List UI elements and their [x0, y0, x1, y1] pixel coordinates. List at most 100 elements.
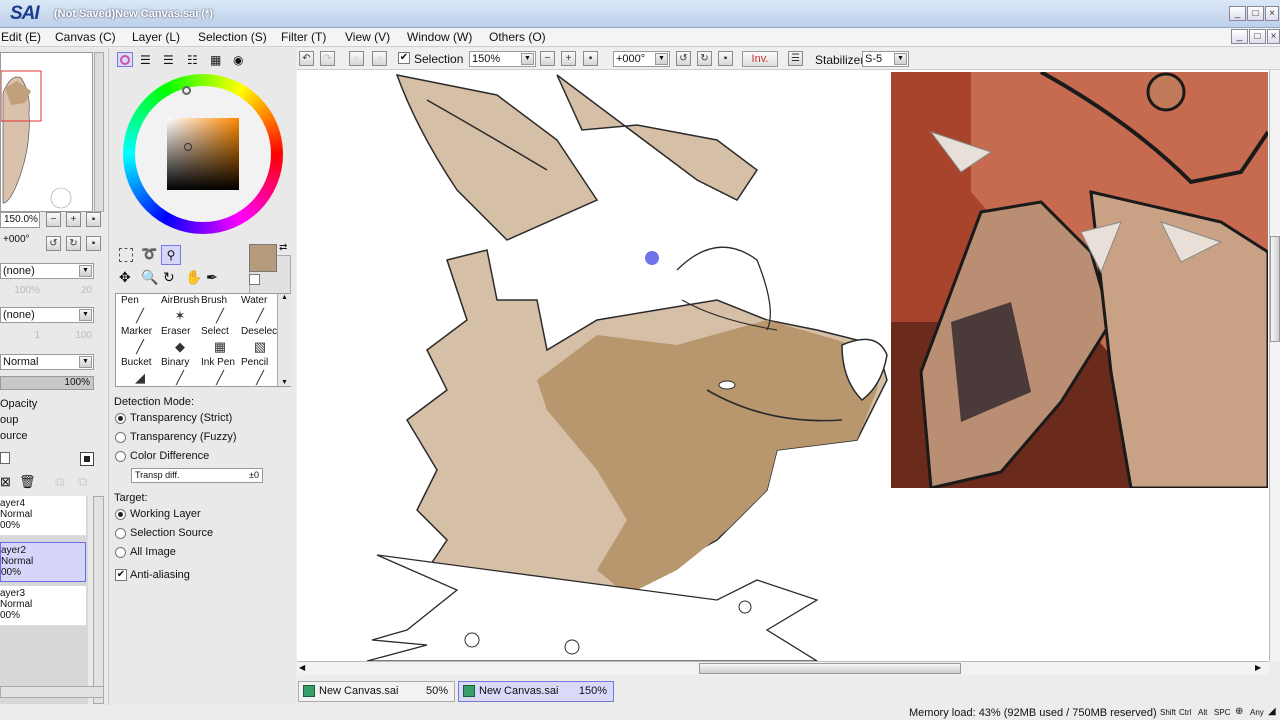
lasso-icon[interactable]: ➰ — [141, 246, 157, 262]
color-palette-mode-button[interactable]: ☷ — [187, 53, 198, 67]
layer-opacity-slider[interactable]: 100% — [0, 376, 94, 390]
paper-texture-select[interactable]: (none) ▼ — [0, 263, 94, 279]
menu-canvas[interactable]: Canvas (C) — [55, 30, 116, 44]
blend-mode-select[interactable]: Normal ▼ — [0, 354, 94, 370]
tool-grid-scrollbar[interactable]: ▲ ▼ — [277, 294, 291, 386]
tool-deselect[interactable]: Deselect ▧ — [238, 325, 280, 357]
toolbar-rotate-reset-button[interactable]: ▪ — [718, 51, 733, 66]
redo-button[interactable]: ↷ — [320, 51, 335, 66]
protect-opacity-option[interactable]: Opacity — [0, 398, 37, 410]
transp-diff-slider[interactable]: Transp diff. ±0 — [131, 468, 263, 483]
stabilizer-select[interactable]: S-5 ▼ — [862, 51, 909, 67]
tool-select[interactable]: Select ▦ — [198, 325, 238, 357]
trash-icon[interactable]: 🗑 — [19, 474, 36, 490]
hue-marker[interactable] — [182, 86, 191, 95]
menu-selection[interactable]: Selection (S) — [198, 30, 267, 44]
menu-others[interactable]: Others (O) — [489, 30, 546, 44]
layer-item-selected[interactable]: ayer2 Normal 00% — [0, 542, 86, 582]
doc-close-button[interactable]: × — [1267, 29, 1280, 44]
toolbar-rotate-right-button[interactable]: ↻ — [697, 51, 712, 66]
navigator-preview[interactable] — [0, 52, 93, 212]
tool-pencil[interactable]: Pencil ╱ — [238, 356, 278, 388]
hsv-slider-mode-button[interactable]: ☰ — [163, 53, 174, 67]
scroll-left-icon[interactable]: ◀ — [299, 663, 305, 672]
tool-panel: ☰ ☰ ☷ ▦ ◉ ➰ ⚲ ✥ 🔍 ↻ ✋ ✒ ⇄ Pen ╱ AirBrush ✶ B… — [108, 48, 296, 720]
eyedropper-icon[interactable]: ✒ — [206, 269, 218, 286]
rotate-reset-button[interactable]: ▪ — [86, 236, 101, 251]
tool-water[interactable]: Water ╱ — [238, 294, 278, 326]
canvas-tab[interactable]: New Canvas.sai 50% — [298, 681, 455, 702]
clipping-group-option[interactable]: oup — [0, 414, 18, 426]
swatches-mode-button[interactable]: ▦ — [210, 53, 221, 67]
zoom-in-button[interactable]: + — [66, 212, 81, 227]
close-button[interactable]: × — [1265, 6, 1279, 21]
toolbar-zoom-in-button[interactable]: + — [561, 51, 576, 66]
menu-edit[interactable]: Edit (E) — [1, 30, 41, 44]
layer-list-scrollbar[interactable] — [93, 496, 104, 704]
tool-ink-pen[interactable]: Ink Pen ╱ — [198, 356, 238, 388]
swap-colors-icon[interactable]: ⇄ — [279, 242, 287, 253]
toolbar-rotate-left-button[interactable]: ↺ — [676, 51, 691, 66]
navigator-zoom-field[interactable]: 150.0% — [0, 212, 40, 228]
navigator-scrollbar[interactable] — [94, 52, 104, 212]
zoom-select[interactable]: 150% ▼ — [469, 51, 536, 67]
color-wheel[interactable] — [123, 74, 283, 234]
merge-layer-icon[interactable]: ⊠ — [0, 474, 11, 490]
undo-button[interactable]: ↶ — [299, 51, 314, 66]
selection-source-option[interactable]: ource — [0, 430, 28, 442]
navigator-angle-field[interactable]: +000° — [0, 233, 40, 249]
canvas-horizontal-scrollbar[interactable]: ◀ ▶ — [297, 661, 1269, 675]
invert-selection-button[interactable]: ▫ — [372, 51, 387, 66]
layer-list-hscrollbar[interactable] — [0, 686, 104, 698]
zoom-out-button[interactable]: − — [46, 212, 61, 227]
menu-window[interactable]: Window (W) — [407, 30, 472, 44]
transparent-color-icon[interactable] — [249, 274, 260, 285]
flip-view-button[interactable]: ☰ — [788, 51, 803, 66]
canvas-vertical-scrollbar[interactable] — [1269, 70, 1280, 661]
tool-airbrush[interactable]: AirBrush ✶ — [158, 294, 199, 326]
doc-minimize-button[interactable]: _ — [1231, 29, 1248, 44]
rgb-slider-mode-button[interactable]: ☰ — [140, 53, 151, 67]
tool-bucket[interactable]: Bucket ◢ — [118, 356, 158, 388]
deselect-button[interactable]: ▫ — [349, 51, 364, 66]
canvas-tab-active[interactable]: New Canvas.sai 150% — [458, 681, 614, 702]
layer-item[interactable]: ayer3 Normal 00% — [0, 586, 86, 626]
doc-maximize-button[interactable]: □ — [1249, 29, 1266, 44]
menu-filter[interactable]: Filter (T) — [281, 30, 326, 44]
tool-binary[interactable]: Binary ╱ — [158, 356, 198, 388]
rotate-right-button[interactable]: ↻ — [66, 236, 81, 251]
move-icon[interactable]: ✥ — [119, 269, 131, 286]
rotate-view-icon[interactable]: ↻ — [163, 269, 175, 286]
new-layer-icon[interactable] — [0, 452, 10, 464]
invert-view-button[interactable]: Inv. — [742, 51, 778, 67]
menu-view[interactable]: View (V) — [345, 30, 390, 44]
toolbar-zoom-reset-button[interactable]: ▪ — [583, 51, 598, 66]
tool-eraser[interactable]: Eraser ◆ — [158, 325, 198, 357]
layer-mask-icon[interactable] — [80, 452, 94, 466]
scratchpad-mode-button[interactable]: ◉ — [233, 53, 243, 67]
primary-color-swatch[interactable] — [249, 244, 277, 272]
menu-layer[interactable]: Layer (L) — [132, 30, 180, 44]
color-wheel-mode-button[interactable] — [117, 52, 133, 67]
zoom-icon[interactable]: 🔍 — [141, 269, 158, 286]
layer-item[interactable]: ayer4 Normal 00% — [0, 496, 86, 536]
magic-wand-icon[interactable]: ⚲ — [161, 245, 181, 265]
rectangle-select-icon[interactable] — [119, 248, 133, 262]
rotation-select[interactable]: +000° ▼ — [613, 51, 670, 67]
toolbar-zoom-out-button[interactable]: − — [540, 51, 555, 66]
saturation-value-square[interactable] — [167, 118, 239, 190]
tool-marker[interactable]: Marker ╱ — [118, 325, 158, 357]
tool-brush[interactable]: Brush ╱ — [198, 294, 238, 326]
minimize-button[interactable]: _ — [1229, 6, 1246, 21]
vertical-scroll-thumb[interactable] — [1270, 236, 1280, 342]
scroll-right-icon[interactable]: ▶ — [1255, 663, 1261, 672]
drawing-canvas[interactable] — [297, 70, 1269, 661]
maximize-button[interactable]: □ — [1247, 6, 1264, 21]
tool-pen[interactable]: Pen ╱ — [118, 294, 158, 326]
zoom-reset-button[interactable]: ▪ — [86, 212, 101, 227]
hand-icon[interactable]: ✋ — [185, 269, 202, 286]
rotate-left-button[interactable]: ↺ — [46, 236, 61, 251]
horizontal-scroll-thumb[interactable] — [699, 663, 961, 674]
sv-marker[interactable] — [184, 143, 192, 151]
brush-texture-select[interactable]: (none) ▼ — [0, 307, 94, 323]
